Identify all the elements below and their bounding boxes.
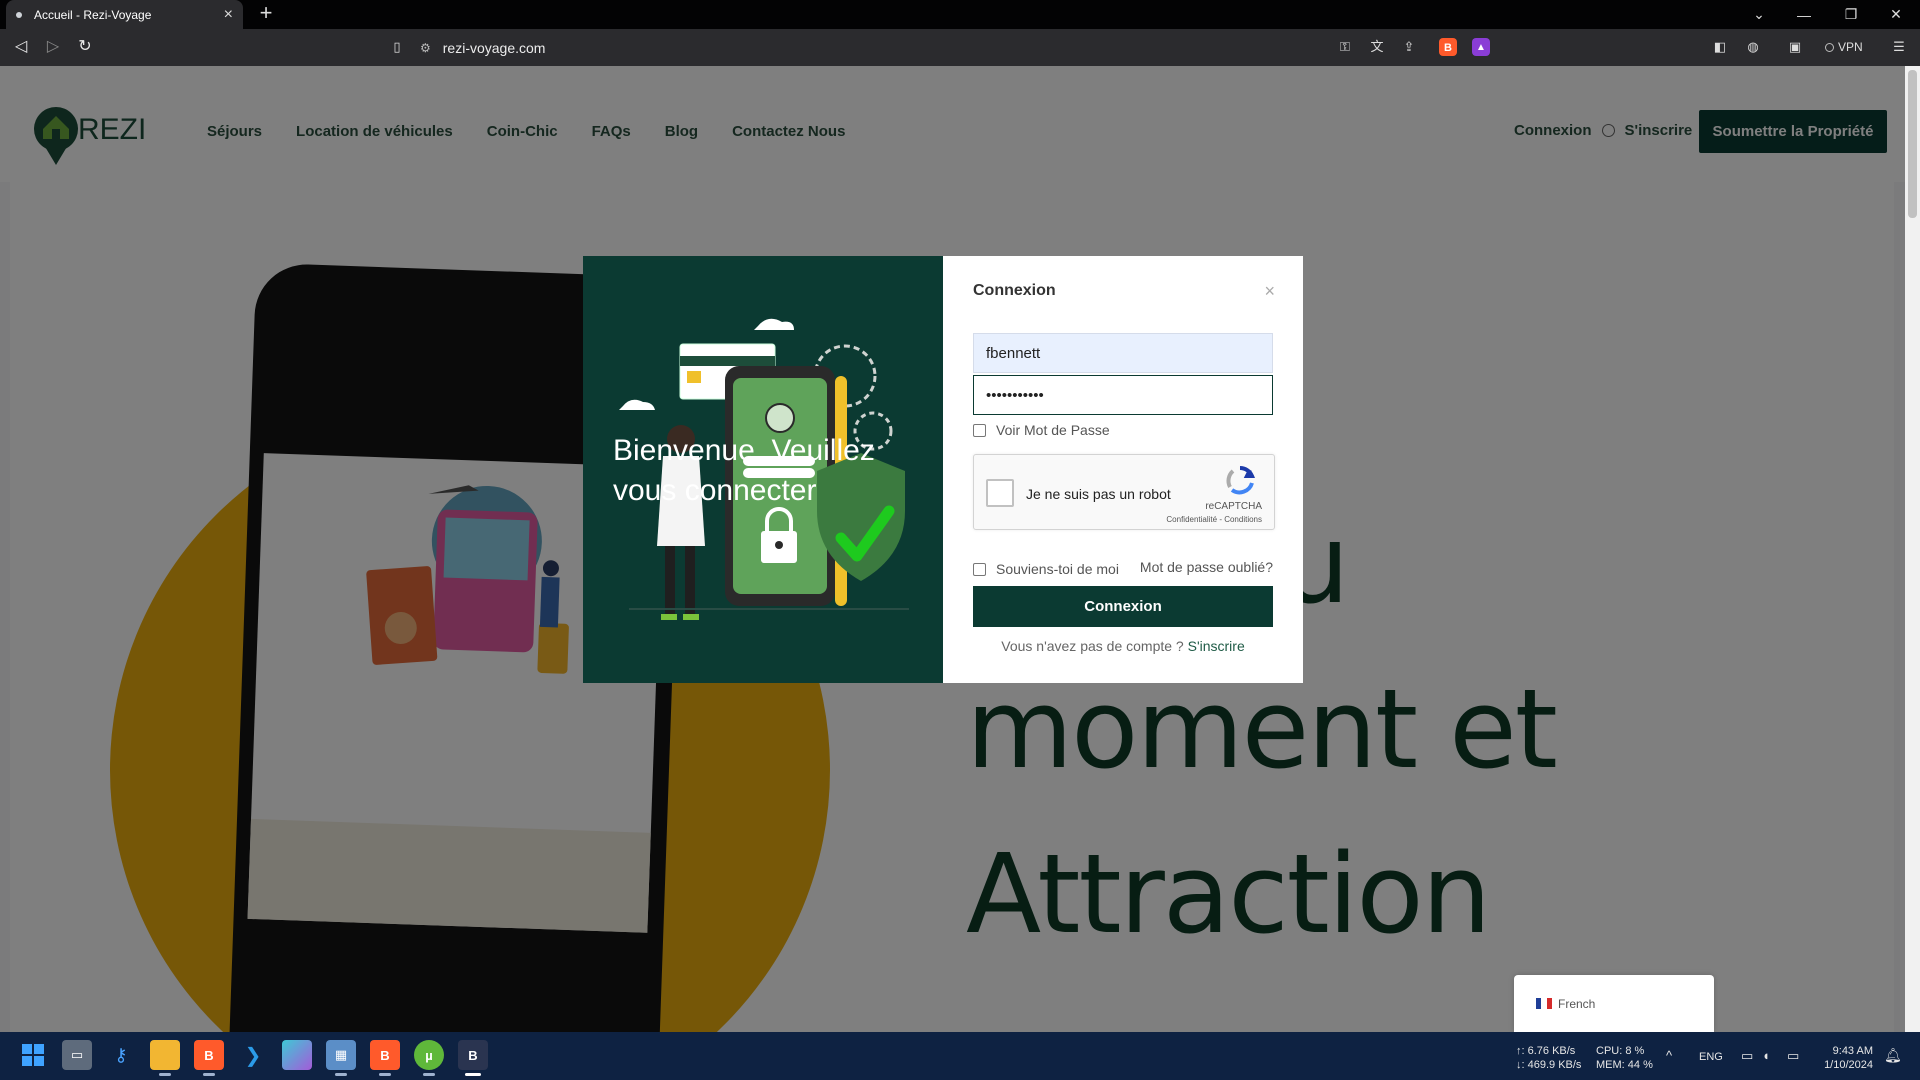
remember-me-checkbox[interactable] (973, 562, 986, 576)
login-submit-button[interactable]: Connexion (973, 586, 1273, 627)
windows-start-icon[interactable] (18, 1040, 48, 1070)
recaptcha-checkbox[interactable] (986, 479, 1014, 507)
brave-rewards-icon[interactable]: ▲ (1472, 38, 1490, 56)
menu-icon[interactable]: ☰ (1888, 37, 1910, 57)
recaptcha-logo-icon (1226, 466, 1256, 495)
clock[interactable]: 9:43 AM 1/10/2024 (1823, 1044, 1873, 1072)
login-modal: Bienvenue, Veuillez vous connecter Conne… (583, 256, 1303, 683)
vpn-button[interactable]: VPN (1825, 37, 1863, 57)
vpn-icon (1825, 42, 1834, 52)
remember-me-row: Souviens-toi de moi (973, 561, 1119, 577)
clock-time: 9:43 AM (1832, 1045, 1873, 1057)
language-switcher[interactable]: French (1514, 975, 1714, 1032)
vpn-label: VPN (1838, 40, 1863, 54)
reload-icon[interactable]: ↻ (75, 37, 95, 57)
brave-nightly-icon[interactable]: B (458, 1040, 488, 1076)
language-label: French (1558, 996, 1596, 1011)
cpu-usage: CPU: 8 % (1596, 1045, 1645, 1057)
key-icon[interactable]: ⚿ (1334, 37, 1356, 57)
password-manager-icon[interactable]: ⚷ (106, 1040, 136, 1070)
utorrent-icon[interactable]: µ (414, 1040, 444, 1076)
username-input[interactable]: fbennett (973, 333, 1273, 373)
recaptcha-label: Je ne suis pas un robot (1026, 486, 1171, 502)
network-speed: ↑: 6.76 KB/s ↓: 469.9 KB/s (1516, 1044, 1581, 1072)
app-icon[interactable] (282, 1040, 312, 1070)
signup-link[interactable]: S'inscrire (1188, 638, 1245, 654)
translate-icon[interactable]: 文 (1366, 37, 1388, 57)
show-password-checkbox[interactable] (973, 423, 986, 437)
forgot-password-link[interactable]: Mot de passe oublié? (1140, 559, 1273, 575)
page-scrollbar[interactable] (1905, 66, 1920, 1032)
forward-icon[interactable]: ▷ (43, 37, 63, 57)
net-upload: ↑: 6.76 KB/s (1516, 1045, 1576, 1057)
tab-title: Accueil - Rezi-Voyage (34, 7, 152, 22)
close-window-button[interactable]: ✕ (1874, 0, 1918, 29)
bookmark-icon[interactable]: ▯ (386, 37, 408, 57)
vscode-icon[interactable]: ❯ (238, 1040, 268, 1070)
brave-browser-icon[interactable]: B (194, 1040, 224, 1076)
extension-icon[interactable]: ▣ (1784, 37, 1806, 57)
welcome-text: Bienvenue, Veuillez vous connecter (613, 434, 875, 507)
browser-tab-active[interactable]: Accueil - Rezi-Voyage × (6, 0, 243, 29)
scrollbar-thumb[interactable] (1908, 70, 1917, 218)
url-text: rezi-voyage.com (442, 39, 546, 56)
recaptcha-brand: reCAPTCHA (1205, 501, 1262, 512)
notification-bell-icon[interactable]: 🔔︎ (1884, 1048, 1902, 1062)
no-account-label: Vous n'avez pas de compte ? (1001, 638, 1184, 654)
sidebar-icon[interactable]: ◧ (1709, 37, 1731, 57)
password-input[interactable]: ••••••••••• (973, 375, 1273, 415)
modal-illustration-panel: Bienvenue, Veuillez vous connecter (583, 256, 943, 683)
recaptcha-widget: Je ne suis pas un robot reCAPTCHA Confid… (973, 454, 1275, 530)
file-explorer-icon[interactable] (150, 1040, 180, 1076)
input-language[interactable]: ENG (1699, 1050, 1723, 1064)
back-icon[interactable]: ◁ (11, 37, 31, 57)
site-settings-icon[interactable]: ⚙ (420, 41, 431, 55)
system-usage: CPU: 8 % MEM: 44 % (1596, 1044, 1653, 1072)
tab-close-icon[interactable]: × (224, 6, 233, 24)
brave-shields-icon[interactable]: B (1439, 38, 1457, 56)
modal-close-icon[interactable]: × (1264, 281, 1275, 302)
tray-chevron-icon[interactable]: ^ (1666, 1049, 1672, 1063)
network-icon[interactable]: ▭ (1741, 1049, 1753, 1063)
web-page: REZI Séjours Location de véhicules Coin-… (0, 66, 1920, 1032)
wallet-icon[interactable]: ◍ (1742, 37, 1764, 57)
browser-tab-bar: Accueil - Rezi-Voyage × + ⌄ — ❐ ✕ (0, 0, 1920, 29)
memory-usage: MEM: 44 % (1596, 1059, 1653, 1071)
chart-app-icon[interactable]: ▦ (326, 1040, 356, 1076)
minimize-button[interactable]: — (1782, 0, 1826, 29)
french-flag-icon (1536, 998, 1552, 1009)
remember-me-label[interactable]: Souviens-toi de moi (996, 561, 1119, 577)
login-form-panel: Connexion × fbennett ••••••••••• Voir Mo… (943, 256, 1303, 683)
task-view-icon[interactable]: ▭ (62, 1040, 92, 1070)
modal-title: Connexion (973, 282, 1056, 299)
clock-date: 1/10/2024 (1824, 1059, 1873, 1071)
recaptcha-terms-link[interactable]: Confidentialité - Conditions (1166, 515, 1262, 524)
tab-search-icon[interactable]: ⌄ (1737, 0, 1781, 29)
show-password-row: Voir Mot de Passe (973, 422, 1110, 438)
new-tab-button[interactable]: + (254, 2, 278, 26)
restore-button[interactable]: ❐ (1829, 0, 1873, 29)
volume-icon[interactable]: ◖ (1762, 1049, 1770, 1063)
battery-icon[interactable]: ▭ (1787, 1049, 1799, 1063)
net-download: ↓: 469.9 KB/s (1516, 1059, 1582, 1071)
no-account-text: Vous n'avez pas de compte ? S'inscrire (943, 638, 1303, 654)
show-password-label[interactable]: Voir Mot de Passe (996, 422, 1110, 438)
share-icon[interactable]: ⇪ (1398, 37, 1420, 57)
brave-beta-icon[interactable]: B (370, 1040, 400, 1076)
tab-favicon-icon (16, 11, 22, 18)
